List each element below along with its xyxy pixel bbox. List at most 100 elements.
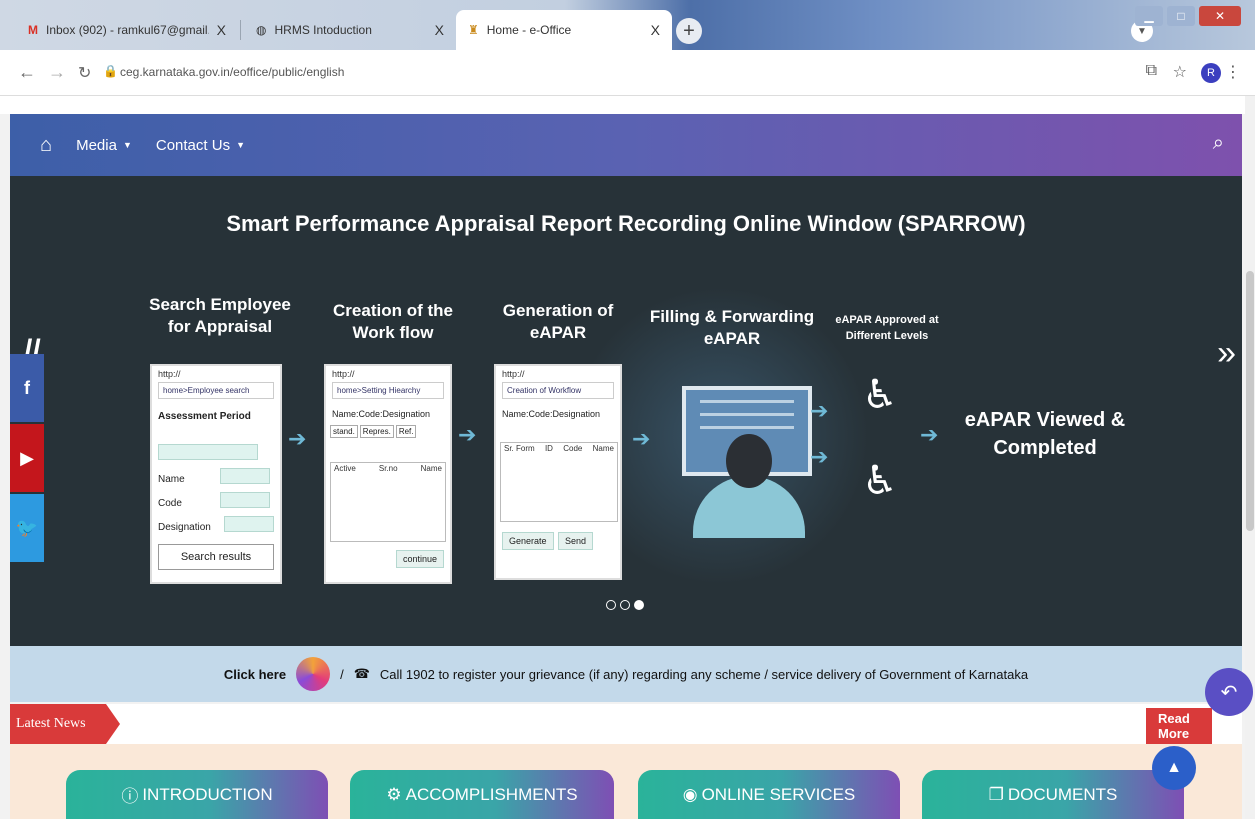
close-icon[interactable]: X xyxy=(651,22,660,38)
browser-tab-hrms[interactable]: ◍ HRMS Intoduction X xyxy=(244,10,456,50)
tab-divider xyxy=(240,20,241,40)
mock-col: Code xyxy=(563,444,583,453)
section-label: ONLINE SERVICES xyxy=(701,784,856,804)
mock-col: Sr.no xyxy=(378,464,398,473)
flow-arrow-icon: ➔ xyxy=(288,426,307,451)
mock-generate-card: http:// Creation of Workflow Name:Code:D… xyxy=(494,364,622,580)
twitter-icon[interactable]: 🐦 xyxy=(10,494,44,562)
youtube-icon[interactable]: ▶ xyxy=(10,424,44,492)
phone-icon: ☎ xyxy=(353,666,370,681)
emblem-icon: ♜ xyxy=(468,23,479,37)
monitor-line xyxy=(700,400,794,403)
maximize-button[interactable]: □ xyxy=(1167,6,1195,26)
mock-button: Search results xyxy=(158,544,274,570)
section-label: ACCOMPLISHMENTS xyxy=(405,784,578,804)
final-step-label: eAPAR Viewed & Completed xyxy=(964,409,1126,459)
step-creation-workflow: Creation of the Work flow xyxy=(333,301,453,342)
click-here-link[interactable]: Click here xyxy=(224,667,286,682)
grievance-logo-icon[interactable] xyxy=(296,657,331,691)
mock-col: ID xyxy=(544,444,553,453)
browser-tab-eoffice[interactable]: ♜ Home - e-Office X xyxy=(456,10,672,50)
mock-label: Code xyxy=(158,498,182,509)
step-approved-levels: eAPAR Approved at Different Levels xyxy=(835,314,939,342)
share-icon[interactable]: ⧉ xyxy=(1146,62,1157,80)
page-scrollbar[interactable] xyxy=(1245,96,1255,819)
tab-title: Inbox (902) - ramkul67@gmail.c xyxy=(46,23,209,37)
globe-icon: ◉ xyxy=(682,784,698,804)
slider-dot[interactable] xyxy=(620,600,630,610)
step-search-employee: Search Employee for Appraisal xyxy=(149,295,291,336)
mock-field xyxy=(158,444,258,460)
lock-icon[interactable]: 🔒 xyxy=(103,64,118,78)
section-documents[interactable]: ❐ DOCUMENTS xyxy=(922,770,1184,819)
separator: / xyxy=(340,666,344,682)
mock-workflow-card: http:// home>Setting Hiearchy Name:Code:… xyxy=(324,364,452,584)
new-tab-button[interactable]: + xyxy=(676,18,702,44)
globe-icon: ◍ xyxy=(256,23,267,37)
mock-url: http:// xyxy=(332,369,355,379)
close-icon[interactable]: X xyxy=(217,22,226,38)
nav-contact-us[interactable]: Contact Us ▼ xyxy=(156,137,245,154)
reload-icon[interactable]: ↻ xyxy=(78,63,91,83)
scroll-to-top-button[interactable]: ▲ xyxy=(1152,746,1196,790)
hero-slider: Smart Performance Appraisal Report Recor… xyxy=(10,176,1242,646)
desk-worker-icon: ♿ xyxy=(862,373,898,417)
mock-field xyxy=(220,468,270,484)
home-icon[interactable]: ⌂ xyxy=(40,134,52,157)
back-reply-button[interactable]: ↶ xyxy=(1205,668,1253,716)
flow-arrow-icon: ➔ xyxy=(810,444,829,469)
mock-header: Name:Code:Designation xyxy=(502,409,601,419)
profile-avatar[interactable]: R xyxy=(1201,63,1221,83)
slider-dot[interactable] xyxy=(606,600,616,610)
nav-label: Contact Us xyxy=(155,136,231,154)
latest-news-bar: Latest News Read More xyxy=(10,704,1242,744)
url-field[interactable]: ceg.karnataka.gov.in/eoffice/public/engl… xyxy=(120,65,344,79)
monitor-line xyxy=(700,413,794,416)
facebook-icon[interactable]: f xyxy=(10,354,44,422)
mock-grid: Active Sr.no Name xyxy=(330,462,446,542)
main-navbar: ⌂ Media ▼ Contact Us ▼ ⌕ xyxy=(10,114,1242,176)
slider-next-button[interactable]: » xyxy=(1217,334,1236,373)
mock-breadcrumb: home>Setting Hiearchy xyxy=(332,382,444,399)
browser-tab-gmail[interactable]: M Inbox (902) - ramkul67@gmail.c X xyxy=(16,10,238,50)
flow-arrow-icon: ➔ xyxy=(632,426,651,451)
flow-arrow-icon: ➔ xyxy=(920,422,939,447)
section-online-services[interactable]: ◉ ONLINE SERVICES xyxy=(638,770,900,819)
mock-url: http:// xyxy=(158,369,181,379)
section-accomplishments[interactable]: ⚙ ACCOMPLISHMENTS xyxy=(350,770,614,819)
address-bar: ← → ↻ 🔒 ceg.karnataka.gov.in/eoffice/pub… xyxy=(0,50,1255,96)
scrollbar-thumb[interactable] xyxy=(1246,271,1254,531)
section-label: DOCUMENTS xyxy=(1007,784,1118,804)
info-icon: ⓘ xyxy=(121,787,139,806)
bookmark-star-icon[interactable]: ☆ xyxy=(1173,62,1187,82)
mock-label: Assessment Period xyxy=(158,411,251,422)
mock-tab: Ref. xyxy=(395,425,417,438)
mock-button: Send xyxy=(558,532,594,550)
section-tabs-area: ⓘ INTRODUCTION ⚙ ACCOMPLISHMENTS ◉ ONLIN… xyxy=(10,744,1242,819)
close-icon[interactable]: X xyxy=(435,22,444,38)
caret-down-icon: ▼ xyxy=(122,140,132,150)
search-icon[interactable]: ⌕ xyxy=(1213,132,1224,155)
section-introduction[interactable]: ⓘ INTRODUCTION xyxy=(66,770,328,819)
caret-down-icon: ▼ xyxy=(236,140,245,150)
tab-title: HRMS Intoduction xyxy=(274,23,372,37)
minimize-button[interactable]: ▁ xyxy=(1135,6,1163,26)
mock-grid-header: Active Sr.no Name xyxy=(331,463,445,474)
forward-arrow-icon[interactable]: → xyxy=(48,62,66,83)
read-more-button[interactable]: Read More xyxy=(1146,708,1212,744)
mock-col: Sr. Form xyxy=(504,444,535,453)
tab-title: Home - e-Office xyxy=(486,23,572,37)
browser-tab-strip: M Inbox (902) - ramkul67@gmail.c X ◍ HRM… xyxy=(0,0,1255,50)
mock-employee-search-card: http:// home>Employee search Assessment … xyxy=(150,364,282,584)
gmail-icon: M xyxy=(28,23,38,37)
menu-kebab-icon[interactable]: ⋮ xyxy=(1225,62,1241,82)
close-window-button[interactable]: ✕ xyxy=(1199,6,1241,26)
back-arrow-icon[interactable]: ← xyxy=(18,62,36,83)
flow-arrow-icon: ➔ xyxy=(458,422,477,447)
desk-worker-icon: ♿ xyxy=(862,459,898,503)
section-label: INTRODUCTION xyxy=(142,784,273,804)
nav-media[interactable]: Media ▼ xyxy=(76,137,132,154)
mock-grid: Sr. Form ID Code Name xyxy=(500,442,618,522)
slider-dot-active[interactable] xyxy=(634,600,644,610)
mock-label: Name xyxy=(158,474,185,485)
